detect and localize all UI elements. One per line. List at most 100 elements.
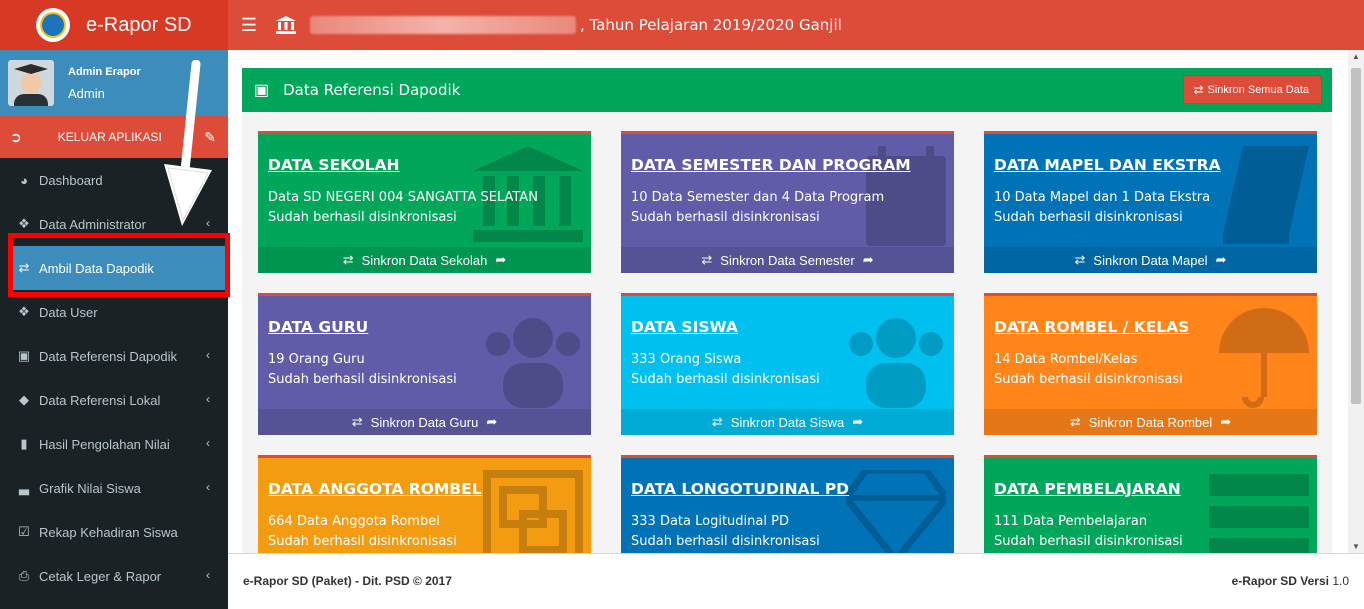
sync-data-sekolah-link[interactable]: ⇄ Sinkron Data Sekolah ➦ (258, 247, 591, 273)
sidebar-item-grafik-nilai-siswa[interactable]: ▃ Grafik Nilai Siswa ‹ (0, 466, 228, 510)
user-role: Admin (68, 85, 105, 101)
card-title[interactable]: DATA GURU (268, 318, 368, 336)
shuffle-icon: ⇄ (701, 252, 713, 267)
sync-all-button[interactable]: ⇄ Sinkron Semua Data (1183, 75, 1322, 104)
card-status: Sudah berhasil disinkronisasi (268, 372, 457, 387)
sync-data-semester-link[interactable]: ⇄ Sinkron Data Semester ➦ (621, 247, 954, 273)
card-status: Sudah berhasil disinkronisasi (994, 372, 1183, 387)
school-name-redacted (310, 16, 576, 34)
card-title[interactable]: DATA MAPEL DAN EKSTRA (994, 156, 1221, 174)
check-square-icon: ☑ (18, 524, 30, 539)
sidebar-item-label: Rekap Kehadiran Siswa (39, 524, 178, 540)
card-summary: 14 Data Rombel/Kelas (994, 352, 1138, 367)
avatar (8, 60, 54, 106)
shuffle-icon: ⇄ (342, 252, 354, 267)
sync-data-rombel-link[interactable]: ⇄ Sinkron Data Rombel ➦ (984, 409, 1317, 435)
card-data-anggota-rombel: DATA ANGGOTA ROMBEL 664 Data Anggota Rom… (258, 455, 591, 553)
card-status: Sudah berhasil disinkronisasi (994, 534, 1183, 549)
shuffle-icon: ⇄ (1069, 414, 1081, 429)
card-data-guru: DATA GURU 19 Orang Guru Sudah berhasil d… (258, 293, 591, 435)
shuffle-icon: ⇄ (1193, 82, 1204, 97)
card-title[interactable]: DATA SEMESTER DAN PROGRAM (631, 156, 911, 174)
shuffle-icon: ⇄ (351, 414, 363, 429)
sign-out-icon: ➲ (10, 128, 22, 145)
card-summary: 333 Orang Siswa (631, 352, 742, 367)
card-title[interactable]: DATA LONGOTUDINAL PD (631, 480, 849, 498)
sidebar-item-hasil-pengolahan-nilai[interactable]: ▮ Hasil Pengolahan Nilai ‹ (0, 422, 228, 466)
logo-area[interactable]: e-Rapor SD (0, 0, 228, 50)
card-data-sekolah: DATA SEKOLAH Data SD NEGERI 004 SANGATTA… (258, 131, 591, 273)
card-title[interactable]: DATA ANGGOTA ROMBEL (268, 480, 482, 498)
umbrella-icon (1219, 308, 1309, 408)
book-icon: ▮ (20, 436, 28, 451)
hamburger-icon: ☰ (240, 14, 258, 35)
sidebar-item-label: Data Referensi Lokal (39, 392, 161, 408)
share-arrow-icon: ➦ (1215, 252, 1227, 267)
share-arrow-icon: ➦ (852, 414, 864, 429)
sidebar-item-rekap-kehadiran-siswa[interactable]: ☑ Rekap Kehadiran Siswa (0, 510, 228, 554)
panel-header: ▣ Data Referensi Dapodik ⇄ Sinkron Semua… (242, 68, 1332, 112)
object-group-icon (483, 470, 583, 553)
sync-data-siswa-link[interactable]: ⇄ Sinkron Data Siswa ➦ (621, 409, 954, 435)
sidebar-item-cetak-leger-rapor[interactable]: ⎙ Cetak Leger & Rapor ‹ (0, 554, 228, 598)
print-icon: ⎙ (18, 568, 30, 583)
academic-year-text: , Tahun Pelajaran 2019/2020 Ganjil (580, 16, 842, 34)
card-summary: 111 Data Pembelajaran (994, 514, 1148, 529)
sync-data-mapel-link[interactable]: ⇄ Sinkron Data Mapel ➦ (984, 247, 1317, 273)
shuffle-icon: ⇄ (1074, 252, 1086, 267)
sidebar-item-ambil-data-dapodik[interactable]: ⇄ Ambil Data Dapodik (10, 246, 228, 290)
card-title[interactable]: DATA SISWA (631, 318, 738, 336)
footer-version-label: e-Rapor SD Versi (1231, 574, 1329, 588)
scroll-up-icon[interactable]: ▲ (1352, 52, 1360, 61)
share-arrow-icon: ➦ (495, 252, 507, 267)
chevron-left-icon: ‹ (206, 480, 210, 494)
card-data-mapel: DATA MAPEL DAN EKSTRA 10 Data Mapel dan … (984, 131, 1317, 273)
sidebar-item-data-referensi-dapodik[interactable]: ▣ Data Referensi Dapodik ‹ (0, 334, 228, 378)
sidebar-item-data-referensi-lokal[interactable]: ◆ Data Referensi Lokal ‹ (0, 378, 228, 422)
scroll-down-icon[interactable]: ▼ (1352, 542, 1360, 551)
panel-title: Data Referensi Dapodik (283, 81, 461, 99)
desktop-icon: ▣ (17, 348, 31, 363)
diamond-icon (846, 470, 946, 553)
card-data-siswa: DATA SISWA 333 Orang Siswa Sudah berhasi… (621, 293, 954, 435)
sidebar-toggle-button[interactable]: ☰ (228, 0, 270, 50)
chevron-left-icon: ‹ (206, 436, 210, 450)
logout-label: KELUAR APLIKASI (57, 130, 162, 144)
server-icon (1209, 474, 1309, 553)
users-icon: ❖ (18, 216, 30, 231)
sync-data-guru-link[interactable]: ⇄ Sinkron Data Guru ➦ (258, 409, 591, 435)
card-summary: 664 Data Anggota Rombel (268, 514, 440, 529)
vertical-scrollbar[interactable]: ▲ ▼ (1348, 50, 1364, 553)
card-status: Sudah berhasil disinkronisasi (631, 534, 820, 549)
card-status: Sudah berhasil disinkronisasi (631, 372, 820, 387)
card-action-label: Sinkron Data Guru (370, 414, 479, 430)
dashboard-icon: ◕ (20, 172, 28, 188)
top-navbar: ☰ , Tahun Pelajaran 2019/2020 Ganjil (228, 0, 1364, 50)
sync-all-label: Sinkron Semua Data (1207, 83, 1310, 96)
chevron-left-icon: ‹ (206, 392, 210, 406)
card-status: Sudah berhasil disinkronisasi (631, 210, 820, 225)
bank-icon (276, 16, 296, 34)
card-title[interactable]: DATA SEKOLAH (268, 156, 400, 174)
desktop-icon: ▣ (254, 82, 270, 99)
share-arrow-icon: ➦ (862, 252, 874, 267)
user-name: Admin Erapor (68, 65, 141, 78)
card-action-label: Sinkron Data Semester (720, 252, 855, 268)
card-summary: 10 Data Mapel dan 1 Data Ekstra (994, 190, 1211, 205)
share-arrow-icon: ➦ (486, 414, 498, 429)
card-status: Sudah berhasil disinkronisasi (268, 210, 457, 225)
sidebar-item-data-user[interactable]: ❖ Data User (0, 290, 228, 334)
card-title[interactable]: DATA ROMBEL / KELAS (994, 318, 1189, 336)
sidebar-item-label: Hasil Pengolahan Nilai (39, 436, 170, 452)
shuffle-icon: ⇄ (18, 260, 30, 275)
card-action-label: Sinkron Data Sekolah (361, 252, 488, 268)
card-title[interactable]: DATA PEMBELAJARAN (994, 480, 1181, 498)
tags-icon: ◆ (19, 392, 29, 407)
card-summary: 19 Orang Guru (268, 352, 365, 367)
sidebar-item-label: Grafik Nilai Siswa (39, 480, 141, 496)
scrollbar-thumb[interactable] (1351, 68, 1361, 404)
card-summary: Data SD NEGERI 004 SANGATTA SELATAN (268, 190, 538, 205)
card-status: Sudah berhasil disinkronisasi (994, 210, 1183, 225)
card-data-rombel: DATA ROMBEL / KELAS 14 Data Rombel/Kelas… (984, 293, 1317, 435)
book-icon (1223, 146, 1309, 244)
